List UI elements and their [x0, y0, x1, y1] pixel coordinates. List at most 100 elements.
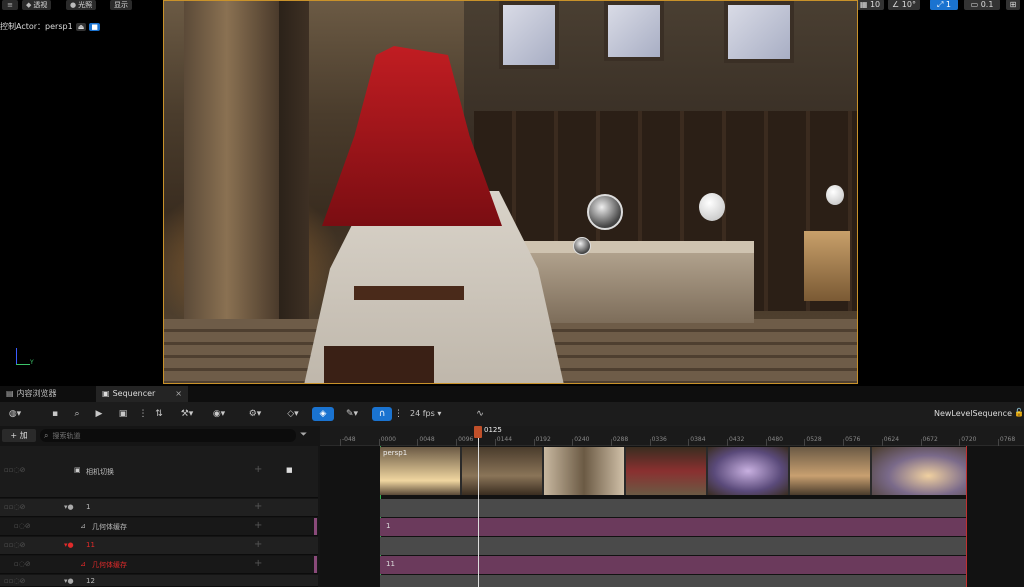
- add-icon[interactable]: +: [254, 501, 262, 512]
- view-options-button[interactable]: ◉▾: [208, 407, 230, 421]
- expand-icon[interactable]: ▾●: [64, 541, 74, 549]
- folder-icon: ▤: [6, 389, 14, 398]
- track-row-actor[interactable]: ▫▫◌⊘ ▾● 12: [0, 575, 318, 587]
- save-button[interactable]: ▪: [48, 407, 62, 421]
- scale-snap-button[interactable]: ⤢ 1: [930, 0, 958, 10]
- tab-content-browser[interactable]: ▤ 内容浏览器: [0, 386, 63, 402]
- auto-key-button[interactable]: ◈: [312, 407, 334, 421]
- lock-icon[interactable]: ▫◌⊘: [14, 522, 31, 530]
- ruler-tick-label: 0048: [419, 436, 435, 443]
- reflection-capture-icon[interactable]: [587, 194, 623, 230]
- viewport-menu-button[interactable]: ≡: [2, 0, 18, 10]
- add-icon[interactable]: +: [254, 558, 262, 569]
- add-icon[interactable]: +: [254, 464, 262, 475]
- track-row-geometry-cache[interactable]: ▫◌⊘ ⊿ 几何体缓存 +: [0, 518, 318, 536]
- actor-track-bar: [380, 499, 966, 517]
- expand-icon[interactable]: ▾●: [64, 503, 74, 511]
- timeline-area[interactable]: -048 0000 0048 0096 0144 0192 0240 0288 0336 0384…: [320, 426, 1024, 587]
- tab-bar: ▤ 内容浏览器 ▣ Sequencer ×: [0, 386, 1024, 402]
- ruler-tick: [610, 439, 612, 446]
- geometry-cache-clip[interactable]: 11: [380, 556, 966, 574]
- sphere-icon: ●: [70, 1, 77, 9]
- geometry-cache-icon: ⊿: [80, 522, 86, 530]
- playhead-handle[interactable]: [474, 426, 482, 438]
- camera-icon[interactable]: ■: [286, 466, 293, 474]
- fps-dropdown[interactable]: 24 fps ▾: [410, 407, 454, 421]
- playback-options-button[interactable]: ⚙▾: [244, 407, 266, 421]
- grid-snap-button[interactable]: ▦ 10: [856, 0, 884, 10]
- diamond-icon: ◇▾: [287, 409, 299, 419]
- stone-pillar-shadow: [279, 1, 309, 331]
- geometry-cache-clip[interactable]: 1: [380, 518, 966, 536]
- viewport-layout-button[interactable]: ⊞: [1006, 0, 1020, 10]
- ruler-tick: [843, 439, 845, 446]
- lock-icon[interactable]: ▫◌⊘: [14, 560, 31, 568]
- tab-sequencer[interactable]: ▣ Sequencer ×: [96, 386, 188, 402]
- gear-icon: ⚙▾: [248, 409, 262, 419]
- cube-icon: ◆: [26, 1, 32, 9]
- ruler-tick: [959, 439, 961, 446]
- filter-icon[interactable]: ⏷: [300, 430, 307, 440]
- track-row-actor[interactable]: ▫▫◌⊘ ▾● 1 +: [0, 499, 318, 517]
- lock-icon[interactable]: 🔓: [1014, 408, 1024, 417]
- ruler-tick-label: 0672: [922, 436, 938, 443]
- playhead-line[interactable]: [478, 438, 479, 587]
- search-input[interactable]: [52, 431, 273, 440]
- add-icon[interactable]: +: [254, 520, 262, 531]
- track-row-actor[interactable]: ▫▫◌⊘ ▾● 11 +: [0, 537, 318, 555]
- ruler-tick-label: 0096: [458, 436, 474, 443]
- auto-key-icon: ◈: [319, 409, 327, 419]
- globe-icon: ◍▾: [8, 409, 22, 419]
- thumbnail: [544, 447, 624, 495]
- find-asset-button[interactable]: ⌕: [70, 407, 84, 421]
- camera-cut-button[interactable]: ▣: [116, 407, 130, 421]
- track-row-geometry-cache[interactable]: ▫◌⊘ ⊿ 几何体缓存 +: [0, 556, 318, 574]
- close-icon[interactable]: ×: [175, 386, 182, 402]
- lock-icon[interactable]: ▫▫◌⊘: [4, 503, 25, 511]
- world-dropdown-button[interactable]: ◍▾: [4, 407, 26, 421]
- eject-icon[interactable]: ⏏: [75, 22, 87, 31]
- render-movie-button[interactable]: ▶: [92, 407, 106, 421]
- ruler-tick: [378, 439, 380, 446]
- camera-cut-icon: ▣: [74, 466, 81, 474]
- reflection-capture-icon[interactable]: [573, 237, 591, 255]
- rotate-snap-button[interactable]: ∠ 10°: [888, 0, 920, 10]
- camera-icon[interactable]: ■: [89, 22, 100, 31]
- window-frame: [724, 1, 794, 63]
- lock-icon[interactable]: ▫▫◌⊘: [4, 577, 25, 585]
- altar-top: [499, 241, 754, 253]
- window-frame: [499, 1, 559, 69]
- level-viewport[interactable]: ≡ ◆透视 ●光照 显示 控制Actor：persp1 ⏏ ■ ↖ ✥ ↻ ⤢ …: [0, 0, 1024, 388]
- ruler-tick-label: 0000: [380, 436, 396, 443]
- snap-options-button[interactable]: ⋮: [394, 407, 403, 421]
- camera-speed-button[interactable]: ▭ 0.1: [964, 0, 1000, 10]
- perspective-button[interactable]: ◆ 透视: [22, 0, 52, 10]
- show-button[interactable]: 显示: [110, 0, 132, 10]
- curve-icon: ⇅: [155, 409, 163, 419]
- curve-graph-icon: ∿: [476, 409, 484, 419]
- expand-icon[interactable]: ▾●: [64, 577, 74, 585]
- ruler-tick-label: 0480: [767, 436, 783, 443]
- track-row-camera-cuts[interactable]: ▫▫◌⊘ ▣ 相机切换 + ■: [0, 446, 318, 498]
- tools-dropdown-button[interactable]: ⚒▾: [176, 407, 198, 421]
- ruler-tick-label: 0576: [845, 436, 861, 443]
- add-track-button[interactable]: + 加: [2, 429, 36, 442]
- key-options-button[interactable]: ◇▾: [282, 407, 304, 421]
- end-marker[interactable]: [966, 446, 967, 587]
- curve-view-button[interactable]: ∿: [472, 407, 488, 421]
- light-bulb-icon[interactable]: [699, 193, 725, 221]
- current-frame: 0125: [484, 426, 502, 434]
- light-bulb-icon[interactable]: [826, 185, 844, 205]
- thumbnail: [462, 447, 542, 495]
- scene-render[interactable]: [163, 0, 858, 384]
- add-icon[interactable]: +: [254, 539, 262, 550]
- camera-cut-clip[interactable]: persp1: [380, 447, 966, 495]
- time-ruler[interactable]: -048 0000 0048 0096 0144 0192 0240 0288 0336 0384…: [320, 426, 1024, 446]
- settings-button[interactable]: ⋮: [136, 407, 150, 421]
- curve-editor-button[interactable]: ⇅: [152, 407, 166, 421]
- brush-dropdown-button[interactable]: ✎▾: [340, 407, 364, 421]
- lock-icon[interactable]: ▫▫◌⊘: [4, 466, 25, 474]
- lit-mode-button[interactable]: ● 光照: [66, 0, 97, 10]
- snap-button[interactable]: ∩: [372, 407, 392, 421]
- lock-icon[interactable]: ▫▫◌⊘: [4, 541, 25, 549]
